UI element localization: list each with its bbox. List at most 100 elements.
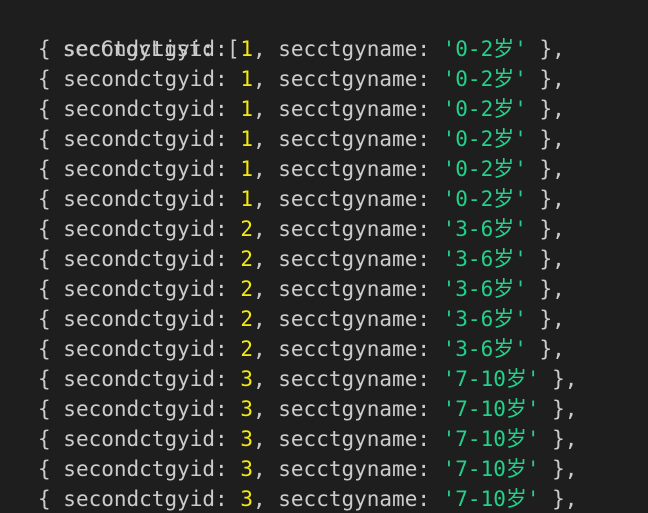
list-item: { secondctgyid: 2, secctgyname: '3-6岁' }… (12, 244, 565, 274)
id-key: secondctgyid (63, 367, 216, 391)
name-key: secctgyname (278, 97, 418, 121)
open-brace: { (38, 337, 64, 361)
open-brace: { (38, 247, 64, 271)
name-key: secctgyname (278, 337, 418, 361)
colon: : (215, 217, 241, 241)
open-brace: { (38, 157, 64, 181)
name-key: secctgyname (278, 427, 418, 451)
list-item: { secondctgyid: 2, secctgyname: '3-6岁' }… (12, 304, 565, 334)
open-brace: { (38, 37, 64, 61)
id-value: 1 (240, 37, 253, 61)
open-brace: { (38, 307, 64, 331)
colon: : (417, 217, 443, 241)
header-line: secCtgyList: [ (12, 4, 240, 61)
comma: , (252, 337, 279, 361)
close-brace: }, (526, 157, 565, 181)
open-brace: { (38, 97, 64, 121)
comma: , (252, 157, 279, 181)
id-key: secondctgyid (63, 307, 216, 331)
list-item: { secondctgyid: 3, secctgyname: '7-10岁' … (12, 454, 577, 484)
comma: , (252, 67, 279, 91)
name-key: secctgyname (278, 247, 418, 271)
id-key: secondctgyid (63, 97, 216, 121)
colon: : (215, 487, 241, 511)
list-item: { secondctgyid: 1, secctgyname: '0-2岁' }… (12, 154, 565, 184)
comma: , (252, 127, 279, 151)
id-value: 1 (240, 67, 253, 91)
list-item: { secondctgyid: 1, secctgyname: '0-2岁' }… (12, 64, 565, 94)
colon: : (215, 397, 241, 421)
name-value: '0-2岁' (442, 37, 527, 61)
colon: : (417, 67, 443, 91)
comma: , (252, 487, 279, 511)
open-brace: { (38, 67, 64, 91)
name-value: '0-2岁' (442, 157, 527, 181)
id-key: secondctgyid (63, 247, 216, 271)
close-brace: }, (539, 367, 578, 391)
list-item: { secondctgyid: 3, secctgyname: '7-10岁' … (12, 484, 577, 513)
name-key: secctgyname (278, 457, 418, 481)
id-value: 3 (240, 487, 253, 511)
name-value: '7-10岁' (442, 397, 540, 421)
id-key: secondctgyid (63, 127, 216, 151)
id-value: 1 (240, 187, 253, 211)
name-key: secctgyname (278, 37, 418, 61)
colon: : (215, 67, 241, 91)
open-brace: { (38, 127, 64, 151)
colon: : (215, 157, 241, 181)
comma: , (252, 37, 279, 61)
close-brace: }, (526, 187, 565, 211)
colon: : (417, 127, 443, 151)
id-value: 2 (240, 247, 253, 271)
colon: : (215, 247, 241, 271)
list-item: { secondctgyid: 1, secctgyname: '0-2岁' }… (12, 94, 565, 124)
colon: : (215, 427, 241, 451)
list-item: { secondctgyid: 3, secctgyname: '7-10岁' … (12, 394, 577, 424)
id-value: 1 (240, 127, 253, 151)
comma: , (252, 427, 279, 451)
name-key: secctgyname (278, 127, 418, 151)
name-value: '7-10岁' (442, 457, 540, 481)
comma: , (252, 307, 279, 331)
list-item: { secondctgyid: 1, secctgyname: '0-2岁' }… (12, 124, 565, 154)
id-value: 3 (240, 367, 253, 391)
colon: : (417, 277, 443, 301)
id-value: 3 (240, 397, 253, 421)
list-item: { secondctgyid: 2, secctgyname: '3-6岁' }… (12, 334, 565, 364)
colon: : (215, 367, 241, 391)
name-value: '7-10岁' (442, 487, 540, 511)
close-brace: }, (539, 487, 578, 511)
open-brace: { (38, 187, 64, 211)
close-brace: }, (526, 37, 565, 61)
comma: , (252, 397, 279, 421)
open-brace: { (38, 367, 64, 391)
comma: , (252, 217, 279, 241)
id-key: secondctgyid (63, 217, 216, 241)
comma: , (252, 187, 279, 211)
open-brace: { (38, 397, 64, 421)
colon: : (417, 307, 443, 331)
colon: : (215, 127, 241, 151)
id-value: 2 (240, 337, 253, 361)
colon: : (215, 337, 241, 361)
colon: : (417, 337, 443, 361)
id-key: secondctgyid (63, 397, 216, 421)
open-brace: { (38, 427, 64, 451)
id-value: 1 (240, 157, 253, 181)
close-brace: }, (539, 427, 578, 451)
close-brace: }, (526, 97, 565, 121)
close-brace: }, (539, 397, 578, 421)
colon: : (215, 307, 241, 331)
id-value: 3 (240, 427, 253, 451)
close-brace: }, (526, 247, 565, 271)
name-value: '7-10岁' (442, 367, 540, 391)
comma: , (252, 277, 279, 301)
colon: : (417, 97, 443, 121)
colon: : (215, 97, 241, 121)
colon: : (417, 157, 443, 181)
colon: : (417, 427, 443, 451)
close-brace: }, (539, 457, 578, 481)
id-key: secondctgyid (63, 427, 216, 451)
name-value: '3-6岁' (442, 277, 527, 301)
comma: , (252, 97, 279, 121)
